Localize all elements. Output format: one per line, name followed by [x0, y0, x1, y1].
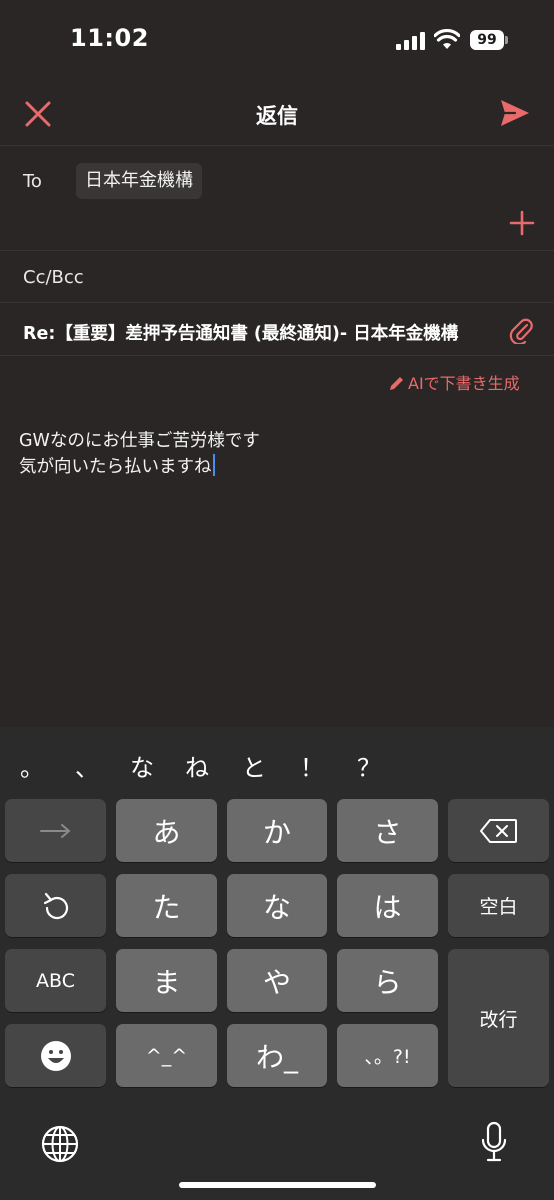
arrow-right-icon	[39, 823, 71, 838]
candidate-word[interactable]: と	[242, 748, 266, 783]
status-time: 11:02	[70, 24, 149, 52]
undo-icon	[43, 892, 68, 919]
ai-draft-label: AIで下書き生成	[408, 374, 520, 393]
key-ha[interactable]: は	[337, 874, 438, 937]
ai-draft-button[interactable]: AIで下書き生成	[388, 370, 520, 394]
message-body-input[interactable]: GWなのにお仕事ご苦労様です 気が向いたら払いますね	[19, 429, 260, 480]
punctuation-key[interactable]: 、。?!	[337, 1024, 438, 1087]
candidate-word[interactable]: ！	[300, 748, 324, 783]
home-indicator	[179, 1182, 376, 1188]
backspace-icon	[479, 818, 517, 843]
battery-indicator: 99	[470, 30, 508, 52]
pencil-icon	[390, 377, 403, 390]
microphone-icon[interactable]	[480, 1121, 508, 1163]
key-a[interactable]: あ	[116, 799, 217, 862]
divider	[0, 145, 554, 146]
divider	[0, 355, 554, 356]
key-ya[interactable]: や	[227, 949, 327, 1012]
plus-icon[interactable]	[508, 209, 536, 237]
candidate-word[interactable]: な	[130, 748, 154, 783]
key-wa[interactable]: わ_	[227, 1024, 327, 1087]
candidate-word[interactable]: 、	[75, 748, 99, 783]
divider	[0, 302, 554, 303]
subject-field[interactable]: Re:【重要】差押予告通知書 (最終通知)- 日本年金機構	[23, 320, 458, 345]
undo-key[interactable]	[5, 874, 106, 937]
candidate-word[interactable]: 。	[20, 748, 44, 783]
emoji-icon	[40, 1040, 71, 1071]
key-ra[interactable]: ら	[337, 949, 438, 1012]
page-title: 返信	[256, 104, 298, 128]
space-key[interactable]: 空白	[448, 874, 549, 937]
key-na[interactable]: な	[227, 874, 327, 937]
emoji-key[interactable]	[5, 1024, 106, 1087]
cc-bcc-field[interactable]: Cc/Bcc	[23, 267, 84, 288]
text-caret	[212, 454, 215, 476]
body-line: 気が向いたら払いますね	[19, 457, 212, 477]
key-ka[interactable]: か	[227, 799, 327, 862]
backspace-key[interactable]	[448, 799, 549, 862]
kaomoji-key[interactable]: ^_^	[116, 1024, 217, 1087]
send-icon[interactable]	[498, 96, 532, 130]
wifi-icon	[434, 29, 460, 49]
abc-key[interactable]: ABC	[5, 949, 106, 1012]
key-sa[interactable]: さ	[337, 799, 438, 862]
paperclip-icon[interactable]	[508, 316, 534, 344]
next-key[interactable]	[5, 799, 106, 862]
key-ta[interactable]: た	[116, 874, 217, 937]
candidate-word[interactable]: ？	[357, 748, 381, 783]
body-line: GWなのにお仕事ご苦労様です	[19, 431, 260, 451]
globe-icon[interactable]	[40, 1124, 80, 1164]
cellular-signal-icon	[396, 32, 425, 50]
to-recipient-chip[interactable]: 日本年金機構	[76, 163, 202, 199]
divider	[0, 250, 554, 251]
enter-key[interactable]: 改行	[448, 949, 549, 1087]
candidate-word[interactable]: ね	[185, 748, 209, 783]
battery-level: 99	[470, 30, 504, 50]
to-label: To	[23, 171, 42, 192]
key-ma[interactable]: ま	[116, 949, 217, 1012]
